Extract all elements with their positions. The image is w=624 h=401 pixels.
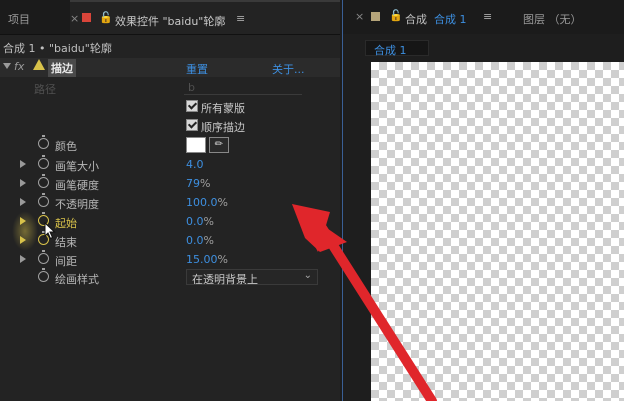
red-arrow-annotation — [292, 204, 437, 401]
